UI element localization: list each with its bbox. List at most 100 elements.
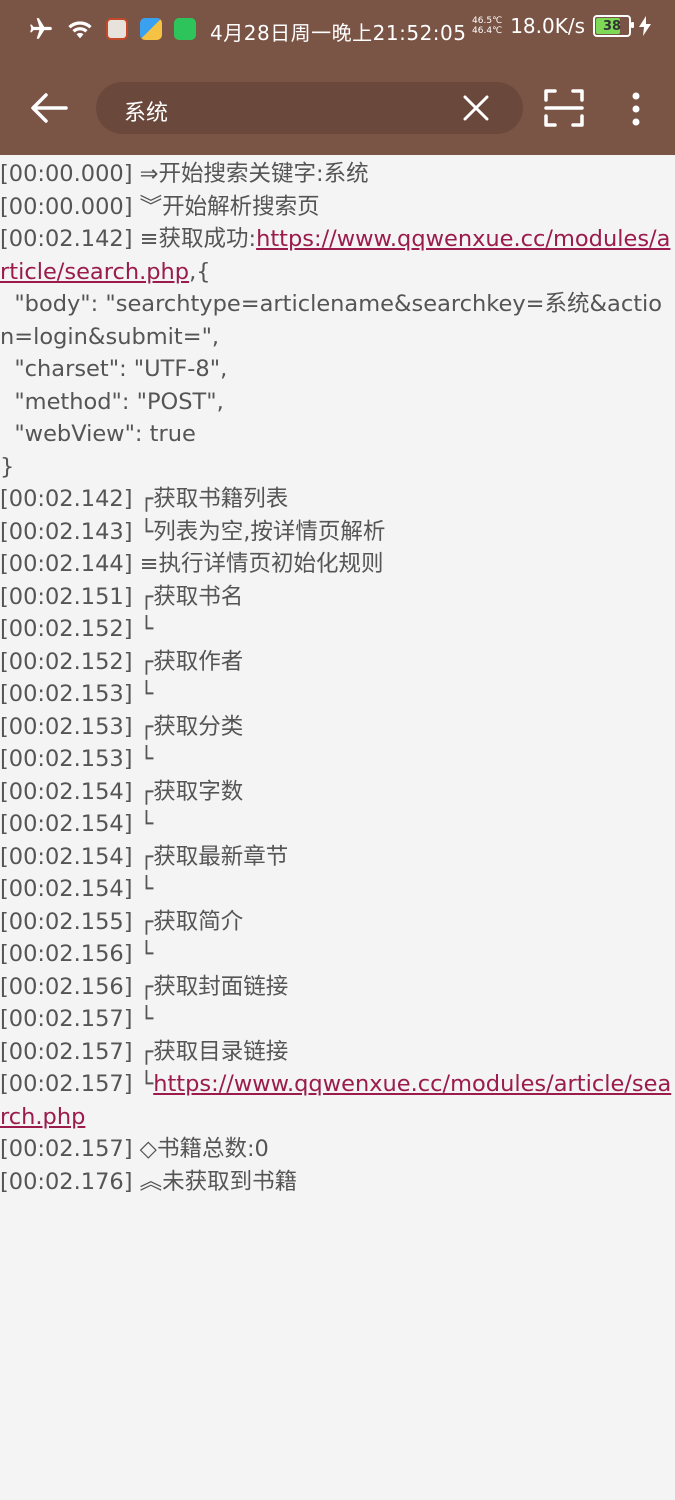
search-input[interactable]: 系统 (96, 82, 523, 134)
log-message: ┌获取简介 (132, 908, 244, 935)
log-timestamp: [00:02.157] (0, 1038, 133, 1065)
log-message: ︾开始解析搜索页 (132, 193, 320, 220)
log-message: └ (132, 1071, 154, 1097)
log-line: [00:02.154] ┌获取最新章节 (0, 841, 675, 874)
airplane-mode-icon (30, 18, 52, 39)
temp-bottom: 46.4℃ (472, 26, 503, 36)
log-timestamp: [00:02.156] (0, 941, 133, 967)
log-line: [00:02.176] ︽未获取到书籍 (0, 1166, 675, 1199)
log-timestamp: [00:02.152] (0, 616, 133, 642)
log-message: └ (132, 876, 154, 902)
log-timestamp: [00:00.000] (0, 193, 133, 220)
log-message: ┌获取最新章节 (132, 843, 289, 870)
log-message: ┌获取目录链接 (132, 1038, 289, 1065)
log-message-suffix: ,{ (189, 258, 211, 285)
wechat-notification-icon (174, 18, 196, 40)
log-line: [00:02.152] ┌获取作者 (0, 646, 675, 679)
log-timestamp: [00:02.154] (0, 811, 133, 837)
log-message: ≡获取成功: (132, 226, 257, 252)
log-message: ┌获取分类 (132, 713, 244, 740)
scan-icon[interactable] (544, 88, 584, 128)
back-arrow-icon[interactable] (28, 90, 68, 126)
log-timestamp: [00:02.142] (0, 486, 133, 512)
status-clock: 4月28日周一晚上21:52:05 (210, 21, 467, 45)
network-speed: 18.0K/s (510, 14, 585, 38)
log-message: ⇒开始搜索关键字:系统 (132, 161, 369, 187)
log-message: "charset": "UTF-8", (0, 356, 228, 382)
log-message: "method": "POST", (0, 388, 224, 415)
log-line: [00:02.157] └https://www.qqwenxue.cc/mod… (0, 1068, 675, 1133)
log-timestamp: [00:02.156] (0, 973, 133, 1000)
log-line: [00:02.157] ┌获取目录链接 (0, 1036, 675, 1069)
battery-level: 38 (602, 18, 622, 34)
log-message: └ (132, 811, 154, 837)
log-message: └ (132, 746, 154, 772)
battery-icon: 38 (593, 15, 634, 37)
log-timestamp: [00:02.154] (0, 778, 133, 805)
log-message: "body": "searchtype=articlename&searchke… (0, 291, 663, 350)
more-vert-icon[interactable] (626, 92, 646, 126)
log-timestamp: [00:02.154] (0, 876, 133, 902)
log-line: [00:02.152] └ (0, 613, 675, 646)
log-line: [00:02.153] └ (0, 678, 675, 711)
log-message: ┌获取作者 (132, 648, 244, 675)
log-line: [00:02.154] └ (0, 873, 675, 906)
log-line: [00:02.155] ┌获取简介 (0, 906, 675, 939)
log-timestamp: [00:02.152] (0, 648, 133, 675)
log-line: "body": "searchtype=articlename&searchke… (0, 288, 675, 353)
log-timestamp: [00:02.153] (0, 746, 133, 772)
log-line: [00:02.157] ◇书籍总数:0 (0, 1133, 675, 1166)
log-line: [00:02.142] ┌获取书籍列表 (0, 483, 675, 516)
log-timestamp: [00:02.157] (0, 1006, 133, 1032)
log-timestamp: [00:02.155] (0, 908, 133, 935)
log-timestamp: [00:02.153] (0, 713, 133, 740)
log-message: ┌获取书籍列表 (132, 486, 289, 512)
status-right: 46.5℃ 46.4℃ 18.0K/s 38 (472, 14, 651, 38)
log-line: [00:02.157] └ (0, 1003, 675, 1036)
log-timestamp: [00:02.157] (0, 1136, 133, 1162)
log-message: └列表为空,按详情页解析 (132, 518, 386, 545)
log-message: ┌获取封面链接 (132, 973, 289, 1000)
log-message: └ (132, 1006, 154, 1032)
status-icons (28, 16, 196, 42)
log-message: ◇书籍总数:0 (132, 1136, 269, 1162)
log-line: [00:00.000] ⇒开始搜索关键字:系统 (0, 158, 675, 191)
search-query[interactable]: 系统 (124, 95, 168, 127)
log-line: [00:02.153] └ (0, 743, 675, 776)
log-line: [00:02.142] ≡获取成功:https://www.qqwenxue.c… (0, 223, 675, 288)
log-timestamp: [00:02.157] (0, 1071, 133, 1097)
search-toolbar: 系统 (0, 62, 675, 155)
log-timestamp: [00:02.144] (0, 551, 133, 577)
log-message: ┌获取书名 (132, 583, 244, 610)
log-message: ≡执行详情页初始化规则 (132, 551, 384, 577)
log-timestamp: [00:02.153] (0, 681, 133, 707)
wifi-icon (68, 21, 92, 39)
log-line: [00:02.154] └ (0, 808, 675, 841)
log-message: └ (132, 941, 154, 967)
browser-notification-icon (140, 18, 162, 40)
temperature-readout: 46.5℃ 46.4℃ (472, 16, 502, 36)
log-message: └ (132, 616, 154, 642)
log-timestamp: [00:00.000] (0, 161, 133, 187)
log-message: "webView": true (0, 421, 196, 447)
log-line: [00:02.156] ┌获取封面链接 (0, 971, 675, 1004)
log-timestamp: [00:02.143] (0, 518, 133, 545)
log-timestamp: [00:02.176] (0, 1168, 133, 1195)
log-timestamp: [00:02.151] (0, 583, 133, 610)
log-line: "method": "POST", (0, 386, 675, 419)
close-icon[interactable] (463, 95, 489, 121)
log-line: [00:02.143] └列表为空,按详情页解析 (0, 516, 675, 549)
log-timestamp: [00:02.154] (0, 843, 133, 870)
log-line: "charset": "UTF-8", (0, 353, 675, 386)
status-bar: 4月28日周一晚上21:52:05 46.5℃ 46.4℃ 18.0K/s 38 (0, 0, 675, 62)
app-notification-icon (106, 18, 128, 40)
log-message: ︽未获取到书籍 (132, 1168, 298, 1195)
temp-top: 46.5℃ (472, 16, 503, 26)
log-line: } (0, 451, 675, 484)
log-line: [00:00.000] ︾开始解析搜索页 (0, 191, 675, 224)
log-message: ┌获取字数 (132, 778, 244, 805)
search-log: [00:00.000] ⇒开始搜索关键字:系统 [00:00.000] ︾开始解析… (0, 158, 675, 1198)
log-message: └ (132, 681, 154, 707)
log-line: [00:02.144] ≡执行详情页初始化规则 (0, 548, 675, 581)
log-line: [00:02.154] ┌获取字数 (0, 776, 675, 809)
